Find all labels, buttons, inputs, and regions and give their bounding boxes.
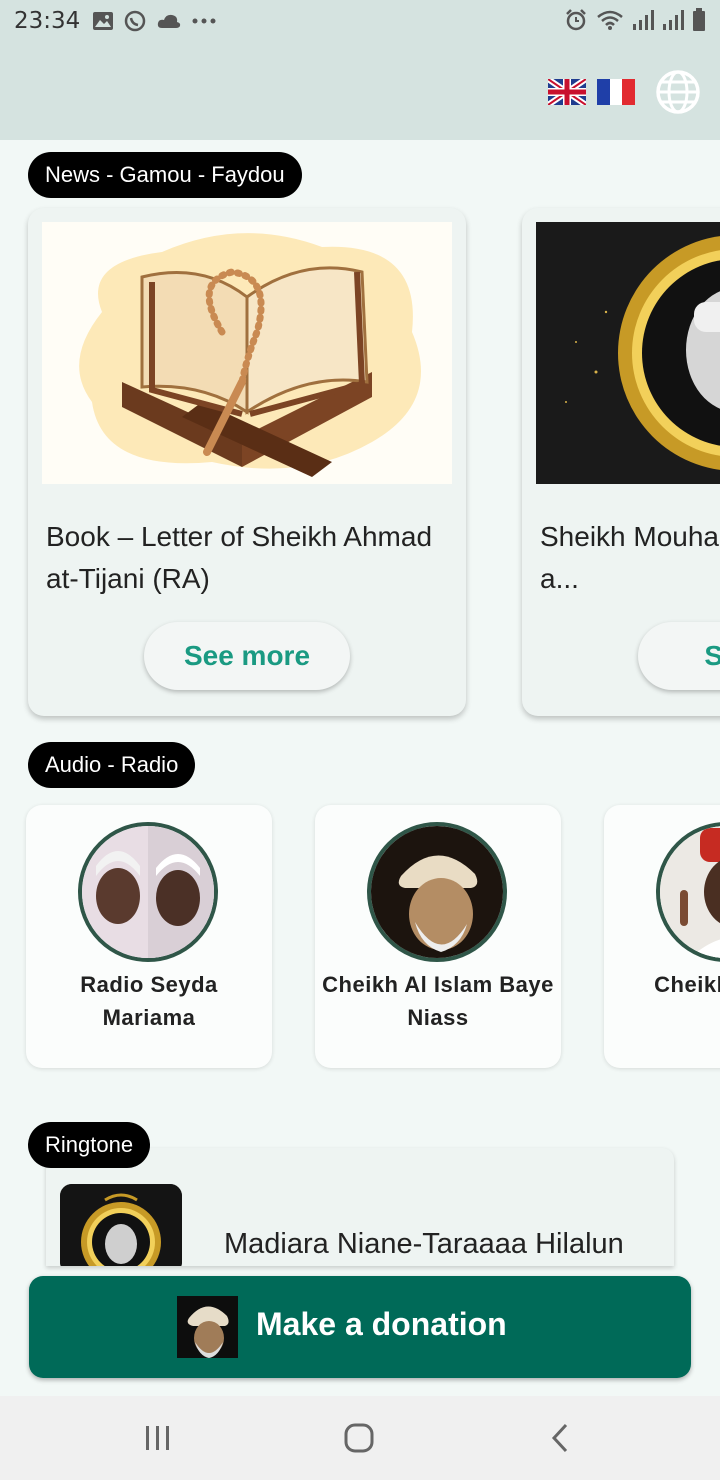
make-donation-button[interactable]: Make a donation: [29, 1276, 691, 1378]
status-bar: 23:34: [0, 0, 720, 44]
news-card-title: Book – Letter of Sheikh Ahmad at-Tijani …: [46, 521, 433, 594]
audio-item-name: Cheikh... Di...: [654, 972, 720, 997]
news-card-title: Sheikh Mouha... Niass, known a...: [540, 521, 720, 594]
status-time: 23:34: [14, 8, 81, 34]
whatsapp-icon: [124, 10, 146, 32]
signal-icon: [663, 10, 684, 30]
news-carousel[interactable]: Book – Letter of Sheikh Ahmad at-Tijani …: [0, 200, 720, 725]
sheikh-portrait-image: [536, 222, 720, 484]
app-header: [0, 44, 720, 140]
signal-icon: [633, 10, 654, 30]
back-icon[interactable]: [548, 1422, 572, 1454]
wifi-icon: [597, 10, 623, 30]
section-label-audio: Audio - Radio: [28, 742, 196, 788]
avatar: [367, 822, 507, 962]
audio-item-name: Cheikh Al Islam Baye Niass: [322, 972, 554, 1030]
alarm-icon: [566, 9, 586, 31]
ringtone-thumbnail: [60, 1184, 182, 1266]
news-card[interactable]: Sheikh Mouha... Niass, known a... See...: [522, 208, 720, 716]
ringtone-item[interactable]: Madiara Niane-Taraaaa Hilalun: [46, 1148, 674, 1266]
news-card[interactable]: Book – Letter of Sheikh Ahmad at-Tijani …: [28, 208, 466, 716]
section-label-news: News - Gamou - Faydou: [28, 152, 302, 198]
avatar: [656, 822, 720, 962]
avatar: [78, 822, 218, 962]
recent-apps-icon[interactable]: [144, 1424, 172, 1452]
see-more-button[interactable]: See more: [144, 622, 350, 690]
audio-item[interactable]: Cheikh... Di...: [604, 805, 720, 1068]
system-nav-bar: [0, 1396, 720, 1480]
battery-icon: [693, 8, 705, 31]
france-flag-icon[interactable]: [597, 79, 635, 105]
section-label-ringtone: Ringtone: [28, 1122, 151, 1168]
donation-label: Make a donation: [256, 1306, 507, 1342]
ringtone-title: Madiara Niane-Taraaaa Hilalun: [224, 1228, 624, 1260]
audio-item-name: Radio Seyda Mariama: [80, 972, 218, 1030]
globe-icon[interactable]: [656, 70, 700, 114]
see-more-button[interactable]: See...: [638, 622, 720, 690]
audio-item[interactable]: Cheikh Al Islam Baye Niass: [315, 805, 561, 1068]
audio-item[interactable]: Radio Seyda Mariama: [26, 805, 272, 1068]
uk-flag-icon[interactable]: [548, 79, 586, 105]
quran-stand-image: [42, 222, 452, 484]
cloud-icon: [157, 14, 181, 28]
more-dots-icon: [192, 18, 216, 24]
home-icon[interactable]: [343, 1422, 375, 1454]
gallery-icon: [93, 12, 113, 30]
audio-carousel[interactable]: Radio Seyda Mariama Cheikh Al Islam Baye…: [0, 800, 720, 1080]
donation-thumbnail: [177, 1296, 238, 1358]
